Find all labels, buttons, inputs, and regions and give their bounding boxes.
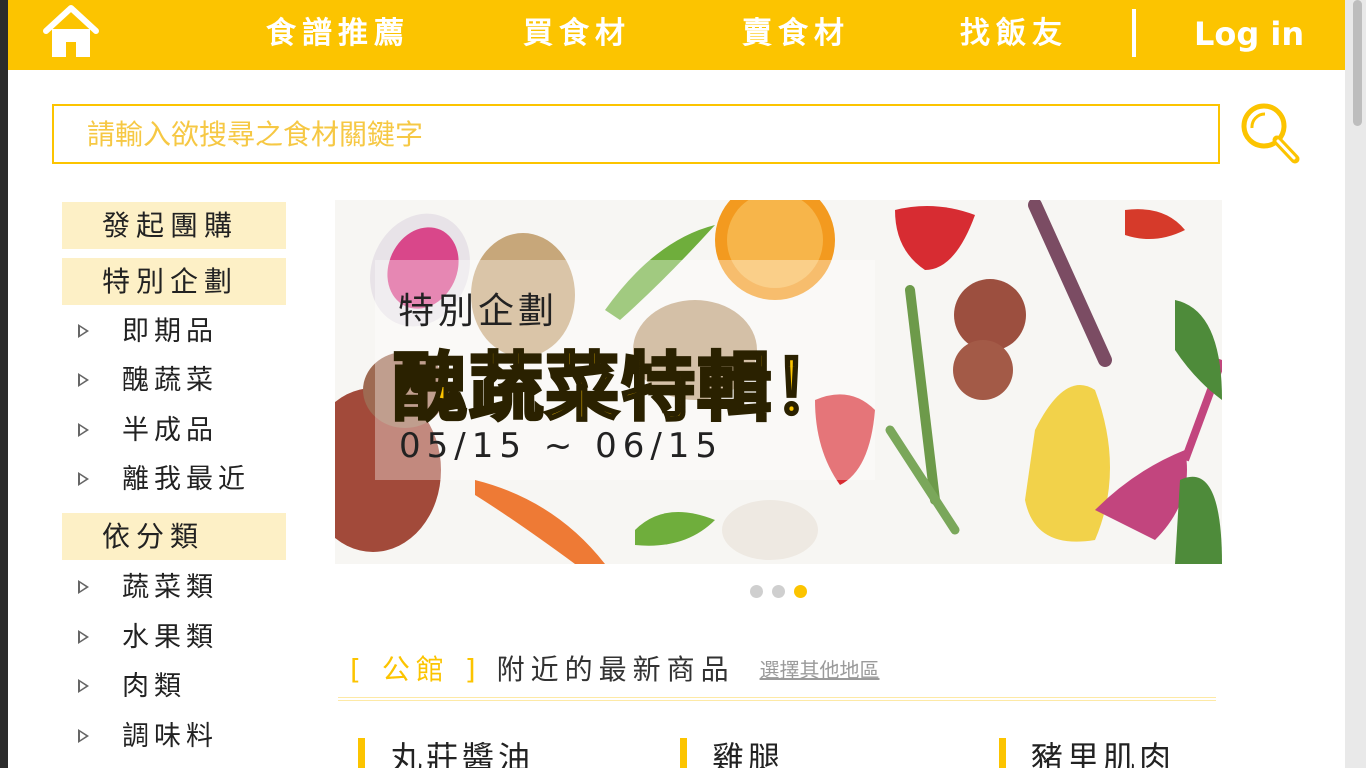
sidebar-item-meat[interactable]: 肉類 bbox=[78, 667, 186, 707]
area-bracket-open: [ bbox=[350, 653, 367, 686]
nav-buy-ingredients[interactable]: 買食材 bbox=[523, 12, 631, 56]
nav-sell-ingredients[interactable]: 賣食材 bbox=[742, 12, 850, 56]
sidebar-category-header: 依分類 bbox=[62, 513, 286, 560]
sidebar-item-expiring[interactable]: 即期品 bbox=[78, 312, 218, 352]
product-accent-bar bbox=[358, 738, 365, 768]
section-divider bbox=[338, 697, 1216, 701]
product-accent-bar bbox=[680, 738, 687, 768]
triangle-right-icon bbox=[78, 472, 89, 486]
banner-date: 05/15 ~ 06/15 bbox=[399, 426, 724, 466]
banner-kicker: 特別企劃 bbox=[398, 291, 559, 332]
sidebar-item-label: 半成品 bbox=[122, 415, 218, 446]
window-left-edge bbox=[0, 0, 8, 768]
triangle-right-icon bbox=[78, 630, 89, 644]
carousel-dot-3[interactable] bbox=[794, 585, 807, 598]
search-bar bbox=[52, 104, 1220, 164]
sidebar-item-label: 蔬菜類 bbox=[122, 572, 218, 603]
carousel-dot-1[interactable] bbox=[750, 585, 763, 598]
sidebar-item-semi-finished[interactable]: 半成品 bbox=[78, 411, 218, 451]
triangle-right-icon bbox=[78, 580, 89, 594]
sidebar-item-ugly-veg[interactable]: 醜蔬菜 bbox=[78, 361, 218, 401]
area-bracket-close: ] bbox=[464, 653, 482, 686]
nav-recipes[interactable]: 食譜推薦 bbox=[266, 12, 410, 56]
triangle-right-icon bbox=[78, 423, 89, 437]
product-accent-bar bbox=[999, 738, 1006, 768]
home-icon[interactable] bbox=[40, 3, 102, 59]
sidebar-item-label: 醜蔬菜 bbox=[122, 365, 218, 396]
promo-banner[interactable]: 特別企劃 醜蔬菜特輯！ 05/15 ~ 06/15 bbox=[335, 200, 1222, 564]
sidebar-item-label: 離我最近 bbox=[122, 464, 250, 495]
product-name: 丸莊醬油 bbox=[390, 739, 535, 768]
product-name: 雞腿 bbox=[712, 739, 785, 768]
login-button[interactable]: Log in bbox=[1194, 12, 1304, 56]
nav-divider bbox=[1132, 9, 1136, 57]
search-icon[interactable] bbox=[1238, 100, 1304, 168]
nearby-section-title: [ 公館 ] 附近的最新商品 選擇其他地區 bbox=[350, 648, 880, 688]
sidebar-item-nearest[interactable]: 離我最近 bbox=[78, 460, 250, 500]
sidebar-item-fruits[interactable]: 水果類 bbox=[78, 618, 218, 658]
triangle-right-icon bbox=[78, 324, 89, 338]
carousel-dot-2[interactable] bbox=[772, 585, 785, 598]
search-input[interactable] bbox=[54, 106, 1218, 162]
sidebar-group-buy[interactable]: 發起團購 bbox=[62, 202, 286, 249]
triangle-right-icon bbox=[78, 729, 89, 743]
sidebar-item-seasoning[interactable]: 調味料 bbox=[78, 717, 218, 757]
nav-find-dining-buddy[interactable]: 找飯友 bbox=[960, 12, 1068, 56]
section-heading: 附近的最新商品 bbox=[496, 653, 735, 686]
change-area-link[interactable]: 選擇其他地區 bbox=[760, 658, 880, 682]
sidebar-item-label: 即期品 bbox=[122, 316, 218, 347]
sidebar-item-vegetables[interactable]: 蔬菜類 bbox=[78, 568, 218, 608]
triangle-right-icon bbox=[78, 679, 89, 693]
scrollbar-thumb[interactable] bbox=[1353, 0, 1362, 126]
banner-title: 醜蔬菜特輯！ bbox=[392, 344, 849, 433]
sidebar-special-header: 特別企劃 bbox=[62, 258, 286, 305]
sidebar-item-label: 肉類 bbox=[122, 671, 186, 702]
sidebar-item-label: 水果類 bbox=[122, 622, 218, 653]
area-name: 公館 bbox=[381, 653, 450, 686]
sidebar-item-label: 調味料 bbox=[122, 721, 218, 752]
product-name: 豬里肌肉 bbox=[1031, 739, 1176, 768]
top-navigation-bar: 食譜推薦 買食材 賣食材 找飯友 Log in bbox=[8, 0, 1345, 70]
triangle-right-icon bbox=[78, 373, 89, 387]
